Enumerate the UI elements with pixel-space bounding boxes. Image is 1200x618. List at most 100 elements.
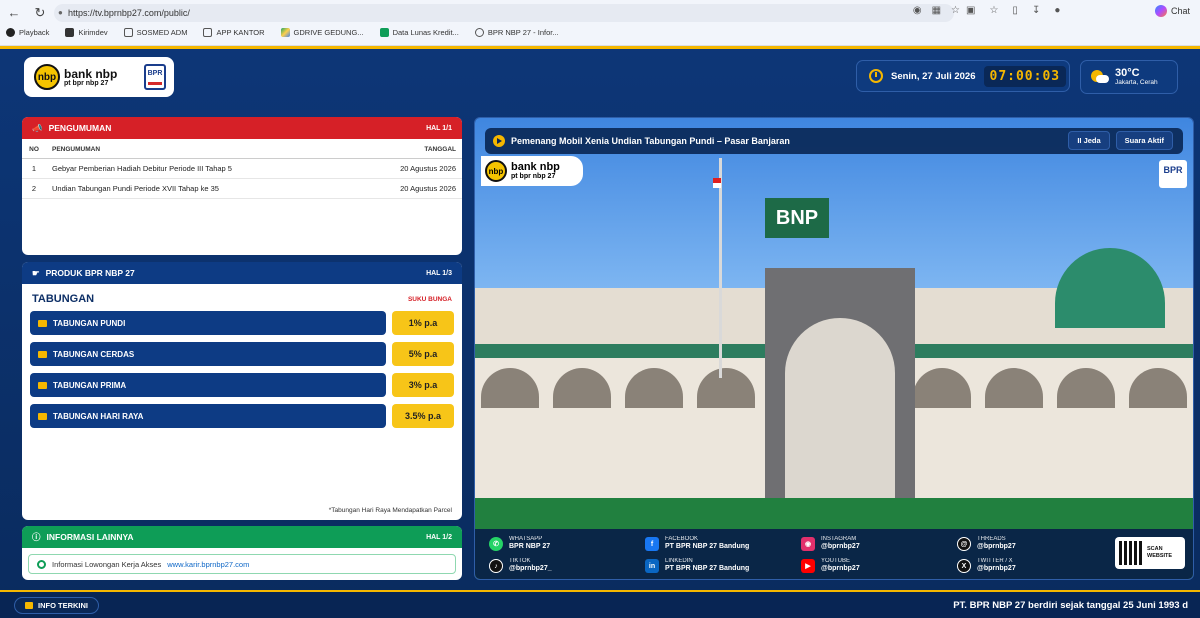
nbp-logo-mark: nbp	[485, 160, 507, 182]
bookmark-gdrive[interactable]: GDRIVE GEDUNG...	[280, 28, 364, 37]
pause-button[interactable]: II Jeda	[1068, 131, 1110, 150]
row-date: 20 Agustus 2026	[353, 158, 462, 179]
app-header: nbp bank nbp pt bpr nbp 27 BPR Senin, 27…	[0, 49, 1200, 107]
info-panel: ⓘ INFORMASI LAINNYA HAL 1/2 Informasi Low…	[22, 526, 462, 580]
current-time: 07:00:03	[983, 65, 1067, 87]
wallet-icon	[38, 381, 47, 389]
product-name: TABUNGAN PUNDI	[53, 318, 126, 328]
extension-icon[interactable]: ▣	[966, 5, 975, 16]
social-facebook[interactable]: f FACEBOOK PT BPR NBP 27 Bandung	[645, 533, 799, 555]
product-row: TABUNGAN PRIMA 3% p.a	[30, 373, 454, 397]
social-linkedin[interactable]: in LINKEDIN PT BPR NBP 27 Bandung	[645, 555, 799, 577]
flag	[713, 178, 721, 188]
bookmark-icon	[65, 28, 75, 37]
favorite-star-icon[interactable]: ☆	[951, 5, 960, 16]
social-bar: ✆ WHATSAPP BPR NBP 27 f FACEBOOK PT BPR NBP …	[475, 529, 1193, 579]
announcements-table: NO PENGUMUMAN TANGGAL 1 Gebyar Pemberian…	[22, 139, 462, 199]
wallet-icon	[38, 319, 47, 327]
weather-box: 30°C Jakarta, Cerah	[1080, 60, 1178, 94]
product-category: TABUNGAN	[32, 293, 95, 305]
whatsapp-icon: ✆	[489, 537, 503, 551]
wallet-icon	[38, 412, 47, 420]
product-note: *Tabungan Hari Raya Mendapatkan Parcel	[328, 507, 452, 514]
clock-icon	[869, 69, 883, 83]
youtube-icon: ▶	[801, 559, 815, 573]
gdrive-icon	[280, 28, 290, 37]
play-icon	[493, 135, 505, 147]
social-twitter-x[interactable]: X TWITTER / X @bprnbp27	[957, 555, 1111, 577]
download-icon[interactable]: ↧	[1032, 5, 1040, 16]
video-player[interactable]: BNP Pemenang Mobil Xenia Undian Tabungan…	[474, 117, 1194, 580]
video-title-bar: Pemenang Mobil Xenia Undian Tabungan Pun…	[485, 128, 1183, 154]
ticker-label: INFO TERKINI	[14, 596, 99, 614]
signage-app: nbp bank nbp pt bpr nbp 27 BPR Senin, 27…	[0, 46, 1200, 618]
location-icon[interactable]: ◉	[913, 5, 922, 16]
sheets-icon	[379, 28, 389, 37]
folder-icon	[203, 28, 213, 37]
product-rate: 1% p.a	[392, 311, 454, 335]
wallet-icon	[38, 350, 47, 358]
flag-pole	[719, 158, 722, 378]
chat-label: Chat	[1170, 6, 1190, 16]
bookmark-kirimdev[interactable]: Kirimdev	[65, 28, 108, 37]
sound-button[interactable]: Suara Aktif	[1115, 131, 1173, 150]
info-header: ⓘ INFORMASI LAINNYA HAL 1/2	[22, 526, 462, 548]
reload-icon[interactable]: ↻	[32, 5, 48, 21]
news-ticker: INFO TERKINI PT. BPR NBP 27 berdiri seja…	[0, 590, 1200, 618]
bookmark-bpr-info[interactable]: BPR NBP 27 - Infor...	[474, 28, 559, 37]
date-time-box: Senin, 27 Juli 2026 07:00:03	[856, 60, 1070, 92]
social-instagram[interactable]: ◉ INSTAGRAM @bprnbp27	[801, 533, 955, 555]
info-title: INFORMASI LAINNYA	[46, 532, 134, 542]
collections-icon[interactable]: ▯	[1012, 5, 1018, 16]
products-panel: ☛ PRODUK BPR NBP 27 HAL 1/3 TABUNGAN SUKU…	[22, 262, 462, 520]
facebook-icon: f	[645, 537, 659, 551]
address-bar[interactable]: ● https://tv.bprnbp27.com/public/	[54, 4, 954, 22]
bookmark-playback[interactable]: Playback	[6, 28, 49, 37]
reader-icon[interactable]: ▦	[932, 5, 941, 16]
threads-icon: @	[957, 537, 971, 551]
video-bpr-logo: BPR	[1159, 160, 1187, 188]
megaphone-icon: 📣	[32, 122, 43, 133]
products-header: ☛ PRODUK BPR NBP 27 HAL 1/3	[22, 262, 462, 284]
browser-chrome: ← ↻ ● https://tv.bprnbp27.com/public/ ◉ …	[0, 0, 1200, 46]
brand-subname: pt bpr nbp 27	[64, 79, 109, 87]
social-tiktok[interactable]: ♪ TIKTOK @bprnbp27_	[489, 555, 643, 577]
hand-coin-icon: ☛	[32, 267, 40, 278]
scan-website-qr[interactable]: SCAN WEBSITE	[1115, 537, 1185, 569]
bookmark-app-kantor[interactable]: APP KANTOR	[203, 28, 265, 37]
social-threads[interactable]: @ THREADS @bprnbp27	[957, 533, 1111, 555]
megaphone-icon	[25, 601, 33, 609]
watermark-brand: bank nbp	[511, 161, 560, 173]
product-rate: 3.5% p.a	[392, 404, 454, 428]
instagram-icon: ◉	[801, 537, 815, 551]
social-youtube[interactable]: ▶ YOUTUBE @bprnbp27	[801, 555, 955, 577]
career-link[interactable]: www.karir.bprnbp27.com	[167, 560, 249, 569]
social-whatsapp[interactable]: ✆ WHATSAPP BPR NBP 27	[489, 533, 643, 555]
gate-arch	[785, 318, 895, 498]
copilot-icon	[1154, 5, 1167, 17]
product-name: TABUNGAN HARI RAYA	[53, 411, 144, 421]
info-text: Informasi Lowongan Kerja Akses	[52, 559, 162, 569]
bookmark-data-lunas[interactable]: Data Lunas Kredit...	[379, 28, 459, 37]
url-text: https://tv.bprnbp27.com/public/	[68, 8, 190, 18]
temperature: 30°C	[1115, 66, 1140, 79]
rate-label: SUKU BUNGA	[407, 295, 452, 303]
lock-icon: ●	[58, 8, 63, 17]
table-row: 1 Gebyar Pemberian Hadiah Debitur Period…	[22, 158, 462, 179]
announcements-header: 📣 PENGUMUMAN HAL 1/1	[22, 117, 462, 139]
favorites-icon[interactable]: ☆	[989, 5, 998, 16]
folder-icon	[123, 28, 133, 37]
chat-button[interactable]: Chat	[1154, 5, 1190, 17]
bookmark-sosmed[interactable]: SOSMED ADM	[123, 28, 187, 37]
product-name: TABUNGAN PRIMA	[53, 380, 127, 390]
weather-city: Jakarta, Cerah	[1115, 78, 1158, 86]
profile-icon[interactable]: ●	[1054, 5, 1060, 16]
product-name: TABUNGAN CERDAS	[53, 349, 135, 359]
browser-toolbar: ▣ ☆ ▯ ↧ ●	[966, 5, 1060, 16]
linkedin-icon: in	[645, 559, 659, 573]
product-row: TABUNGAN HARI RAYA 3.5% p.a	[30, 404, 454, 428]
bpr-logo: BPR	[144, 64, 166, 90]
info-page: HAL 1/2	[426, 533, 452, 541]
back-icon[interactable]: ←	[6, 5, 22, 21]
masjid-sign: BNP	[765, 198, 829, 238]
